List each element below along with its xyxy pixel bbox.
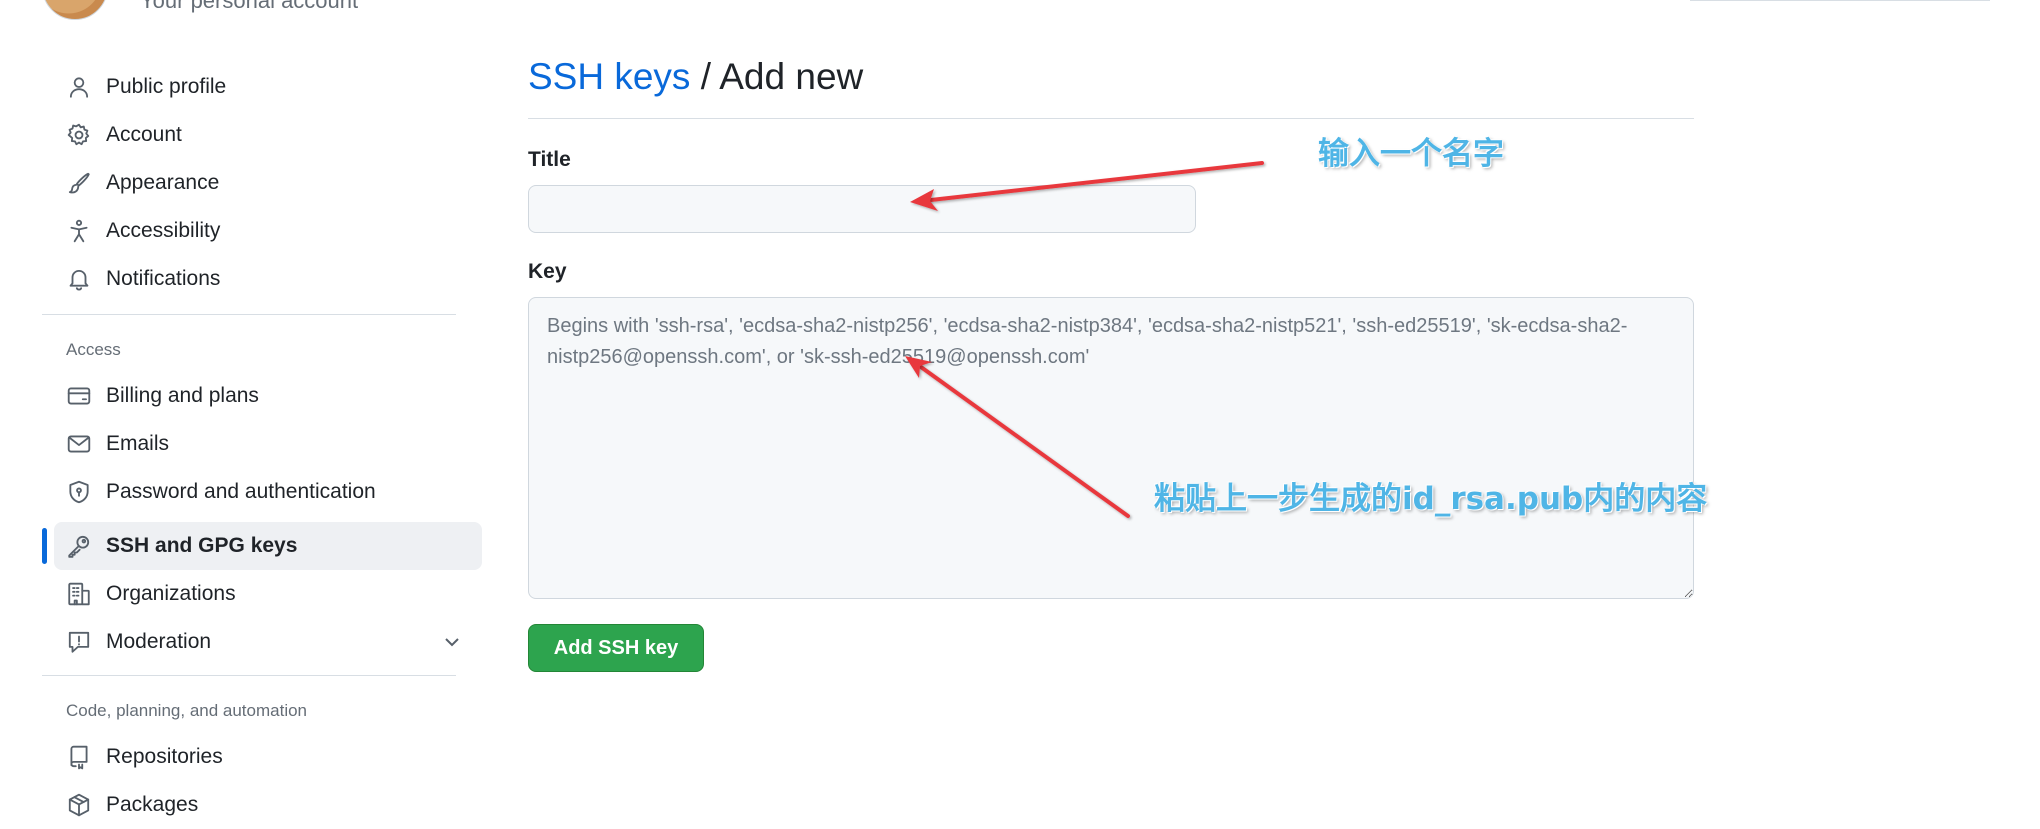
sidebar-item-billing[interactable]: Billing and plans (54, 372, 482, 420)
key-label: Key (528, 260, 567, 283)
report-icon (66, 629, 92, 655)
sidebar-item-label: Accessibility (106, 219, 221, 242)
sidebar-item-notifications[interactable]: Notifications (54, 255, 482, 303)
title-hint-annotation: 输入一个名字 (1318, 136, 1504, 172)
breadcrumb-current: Add new (719, 56, 864, 97)
sidebar-item-password-authentication[interactable]: Password and authentication (54, 468, 482, 516)
credit-card-icon (66, 383, 92, 409)
sidebar-item-label: Repositories (106, 745, 223, 768)
sidebar-divider (42, 675, 456, 676)
paintbrush-icon (66, 170, 92, 196)
breadcrumb-ssh-keys-link[interactable]: SSH keys (528, 56, 690, 97)
sidebar-divider (42, 314, 456, 315)
person-icon (66, 74, 92, 100)
key-hint-annotation: 粘贴上一步生成的id_rsa.pub内的内容 (1154, 481, 1708, 517)
section-heading-access: Access (66, 340, 121, 359)
gear-icon (66, 122, 92, 148)
sidebar-item-label: Billing and plans (106, 384, 259, 407)
sidebar-item-label: Moderation (106, 630, 212, 653)
sidebar-item-label: Notifications (106, 267, 221, 290)
title-label: Title (528, 148, 571, 171)
sidebar-item-moderation[interactable]: Moderation (54, 618, 482, 666)
mail-icon (66, 431, 92, 457)
sidebar-item-label: Organizations (106, 582, 236, 605)
chevron-down-icon[interactable] (440, 630, 464, 654)
sidebar-item-appearance[interactable]: Appearance (54, 159, 482, 207)
sidebar-item-accessibility[interactable]: Accessibility (54, 207, 482, 255)
package-icon (66, 792, 92, 818)
shield-lock-icon (66, 479, 92, 505)
sidebar-item-label: Packages (106, 793, 199, 816)
sidebar-item-label: SSH and GPG keys (106, 534, 298, 557)
page-title: SSH keys / Add new (528, 56, 863, 98)
accessibility-icon (66, 218, 92, 244)
sidebar-item-label: Emails (106, 432, 170, 455)
sidebar-item-emails[interactable]: Emails (54, 420, 482, 468)
sidebar-item-label: Account (106, 123, 182, 146)
account-subtitle: Your personal account (140, 0, 359, 13)
sidebar-item-label: Appearance (106, 171, 220, 194)
breadcrumb-separator: / (690, 56, 720, 97)
sidebar-item-public-profile[interactable]: Public profile (54, 63, 482, 111)
sidebar-item-account[interactable]: Account (54, 111, 482, 159)
key-textarea[interactable] (528, 297, 1694, 599)
repo-icon (66, 744, 92, 770)
sidebar-item-label: Public profile (106, 75, 227, 98)
sidebar-item-organizations[interactable]: Organizations (54, 570, 482, 618)
sidebar-item-label: Password and authentication (106, 480, 376, 503)
sidebar-item-repositories[interactable]: Repositories (54, 733, 482, 781)
sidebar-item-ssh-gpg-keys[interactable]: SSH and GPG keys (54, 522, 482, 570)
title-input[interactable] (528, 185, 1196, 233)
bell-icon (66, 266, 92, 292)
title-divider (528, 118, 1694, 119)
header-divider (1690, 0, 1990, 1)
section-heading-code-planning: Code, planning, and automation (66, 701, 308, 720)
active-indicator (42, 528, 47, 564)
add-ssh-key-button[interactable]: Add SSH key (528, 624, 704, 672)
key-icon (66, 533, 92, 559)
organization-icon (66, 581, 92, 607)
avatar[interactable] (42, 0, 108, 20)
